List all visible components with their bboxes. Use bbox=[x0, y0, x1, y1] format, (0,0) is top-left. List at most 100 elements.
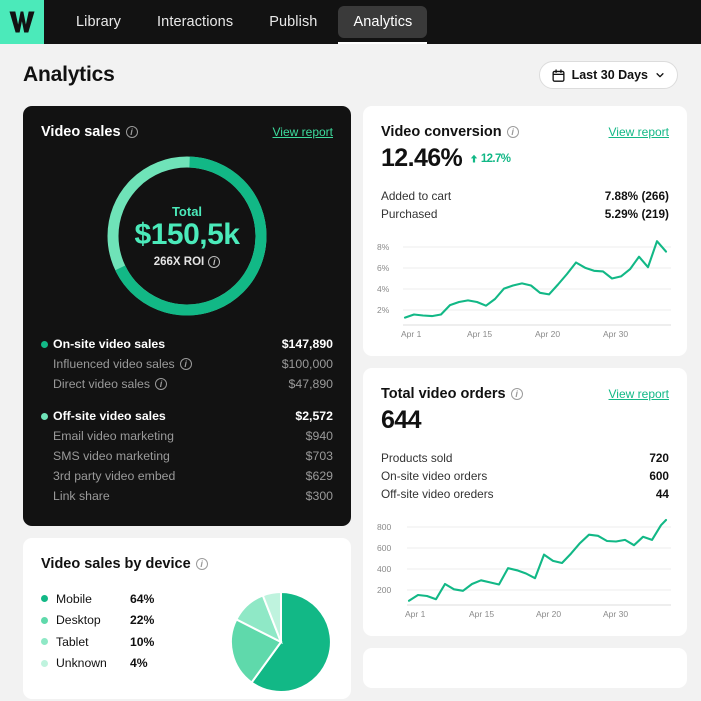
video-sales-card: Video sales i View report Total $150,5k bbox=[23, 106, 351, 526]
info-icon[interactable]: i bbox=[125, 126, 138, 138]
pie-svg bbox=[229, 590, 332, 693]
y-axis-ticks: 800 600 400 200 bbox=[377, 522, 391, 595]
device-value-unknown: 4% bbox=[130, 656, 148, 671]
breakdown-group-header: On-site video sales $147,890 bbox=[41, 334, 333, 354]
breakdown-spacer bbox=[41, 394, 333, 406]
video-sales-title: Video sales bbox=[41, 124, 121, 140]
donut-roi-label: 266X ROI bbox=[153, 256, 205, 268]
top-navigation: Library Interactions Publish Analytics bbox=[0, 0, 701, 44]
info-icon[interactable]: i bbox=[208, 256, 221, 268]
tab-analytics[interactable]: Analytics bbox=[338, 6, 428, 44]
info-icon[interactable]: i bbox=[179, 358, 192, 370]
video-sales-view-report[interactable]: View report bbox=[273, 125, 333, 139]
orders-rows: Products sold 720 On-site video orders 6… bbox=[363, 449, 687, 503]
onsite-value: $147,890 bbox=[281, 337, 333, 351]
video-conversion-card: Video conversion i View report 12.46% 12… bbox=[363, 106, 687, 356]
linkshare-label: Link share bbox=[53, 489, 110, 503]
donut-center-labels: Total $150,5k 266X ROI i bbox=[103, 152, 271, 320]
calendar-icon bbox=[552, 68, 565, 82]
products-sold-value: 720 bbox=[649, 451, 669, 465]
app-logo[interactable] bbox=[0, 0, 44, 44]
device-legend: Mobile 64% Desktop 22% Tablet 10% Unknow… bbox=[41, 588, 229, 674]
donut-total-label: Total bbox=[171, 204, 203, 219]
orders-row: Products sold 720 bbox=[381, 449, 669, 467]
sms-label: SMS video marketing bbox=[53, 449, 170, 463]
orders-view-report[interactable]: View report bbox=[609, 387, 669, 401]
direct-label: Direct video sales bbox=[53, 377, 151, 391]
svg-text:Apr 15: Apr 15 bbox=[469, 609, 494, 619]
orders-chart: 800 600 400 200 Apr 1 Apr 15 Apr 20 Apr … bbox=[363, 503, 687, 636]
orders-value: 644 bbox=[381, 406, 422, 434]
conversion-row: Added to cart 7.88% (266) bbox=[381, 187, 669, 205]
device-title: Video sales by device bbox=[41, 556, 191, 572]
svg-text:Apr 30: Apr 30 bbox=[603, 329, 628, 339]
info-icon[interactable]: i bbox=[506, 126, 519, 138]
orders-metric: 644 bbox=[381, 406, 669, 435]
left-column: Video sales i View report Total $150,5k bbox=[23, 106, 351, 699]
breakdown-item: SMS video marketing $703 bbox=[41, 446, 333, 466]
x-axis-ticks: Apr 1 Apr 15 Apr 20 Apr 30 bbox=[405, 609, 628, 619]
donut-total-value: $150,5k bbox=[134, 218, 240, 251]
tab-library[interactable]: Library bbox=[61, 6, 136, 38]
device-value-desktop: 22% bbox=[130, 613, 155, 628]
conversion-trend-line bbox=[403, 240, 668, 319]
info-icon[interactable]: i bbox=[510, 388, 523, 400]
linkshare-value: $300 bbox=[305, 489, 333, 503]
onsite-label: On-site video sales bbox=[53, 337, 166, 351]
purchased-value: 5.29% (219) bbox=[604, 207, 669, 221]
svg-text:Apr 1: Apr 1 bbox=[405, 609, 426, 619]
device-row: Tablet 10% bbox=[41, 631, 229, 653]
device-row: Mobile 64% bbox=[41, 588, 229, 610]
chevron-down-icon bbox=[656, 73, 664, 78]
nav-tabs: Library Interactions Publish Analytics bbox=[58, 0, 430, 44]
total-video-orders-card: Total video orders i View report 644 Pro… bbox=[363, 368, 687, 636]
legend-dot-onsite bbox=[41, 340, 48, 348]
embed-value: $629 bbox=[305, 469, 333, 483]
right-column: Video conversion i View report 12.46% 12… bbox=[363, 106, 687, 688]
device-body: Mobile 64% Desktop 22% Tablet 10% Unknow… bbox=[23, 572, 351, 699]
legend-dot-tablet bbox=[41, 638, 48, 646]
offsite-value: $2,572 bbox=[295, 409, 333, 423]
conversion-delta: 12.7% bbox=[470, 152, 511, 165]
email-label: Email video marketing bbox=[53, 429, 174, 443]
date-range-label: Last 30 Days bbox=[571, 68, 648, 82]
tab-interactions[interactable]: Interactions bbox=[142, 6, 248, 38]
device-label-tablet: Tablet bbox=[56, 634, 89, 649]
wistia-w-logo bbox=[9, 11, 35, 33]
info-icon[interactable]: i bbox=[195, 558, 208, 570]
added-to-cart-value: 7.88% (266) bbox=[604, 189, 669, 203]
device-label-mobile: Mobile bbox=[56, 591, 92, 606]
sms-value: $703 bbox=[305, 449, 333, 463]
svg-text:600: 600 bbox=[377, 543, 391, 553]
purchased-label: Purchased bbox=[381, 207, 438, 221]
svg-text:400: 400 bbox=[377, 564, 391, 574]
date-range-selector[interactable]: Last 30 Days bbox=[538, 61, 678, 89]
orders-row: Off-site video oreders 44 bbox=[381, 485, 669, 503]
svg-text:200: 200 bbox=[377, 585, 391, 595]
conversion-rows: Added to cart 7.88% (266) Purchased 5.29… bbox=[363, 187, 687, 223]
legend-dot-mobile bbox=[41, 595, 48, 603]
breakdown-item: Influenced video sales i $100,000 bbox=[41, 354, 333, 374]
breakdown-item: Link share $300 bbox=[41, 486, 333, 506]
offsite-orders-value: 44 bbox=[655, 487, 669, 501]
device-row: Desktop 22% bbox=[41, 610, 229, 632]
conversion-title: Video conversion bbox=[381, 124, 502, 140]
breakdown-item: Direct video sales i $47,890 bbox=[41, 374, 333, 394]
email-value: $940 bbox=[305, 429, 333, 443]
video-sales-title-group: Video sales i bbox=[41, 124, 138, 140]
donut-roi: 266X ROI i bbox=[154, 256, 221, 268]
orders-line-chart-svg: 800 600 400 200 Apr 1 Apr 15 Apr 20 Apr … bbox=[377, 518, 671, 619]
legend-dot-desktop bbox=[41, 616, 48, 624]
svg-text:4%: 4% bbox=[377, 284, 390, 294]
tab-publish[interactable]: Publish bbox=[254, 6, 332, 38]
info-icon[interactable]: i bbox=[155, 378, 168, 390]
conversion-delta-value: 12.7% bbox=[480, 152, 511, 165]
svg-text:800: 800 bbox=[377, 522, 391, 532]
conversion-view-report[interactable]: View report bbox=[609, 125, 669, 139]
device-row: Unknown 4% bbox=[41, 653, 229, 675]
x-axis-ticks: Apr 1 Apr 15 Apr 20 Apr 30 bbox=[401, 329, 628, 339]
orders-title-group: Total video orders i bbox=[381, 386, 523, 402]
svg-text:Apr 1: Apr 1 bbox=[401, 329, 422, 339]
conversion-value: 12.46% bbox=[381, 144, 463, 172]
arrow-up-icon bbox=[471, 154, 478, 162]
